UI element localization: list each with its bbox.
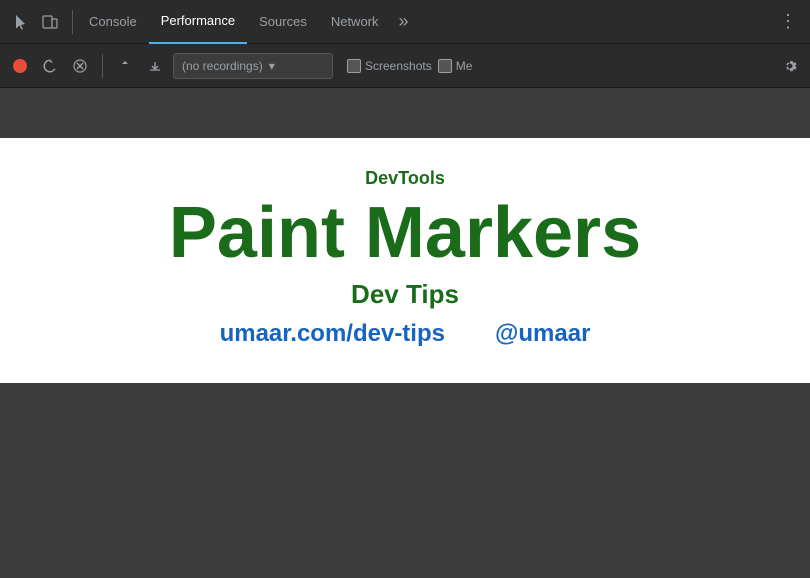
dark-section-top — [0, 88, 810, 138]
screenshots-checkbox[interactable] — [347, 59, 361, 73]
dropdown-arrow-icon: ▾ — [269, 59, 275, 73]
toolbar-tabs: Console Performance Sources Network » — [77, 0, 417, 44]
reload-button[interactable] — [38, 54, 62, 78]
record-circle-icon — [13, 59, 27, 73]
memory-toggle[interactable]: Me — [438, 59, 473, 73]
devtools-menu-button[interactable]: ⋮ — [774, 8, 802, 36]
rec-divider-1 — [102, 54, 103, 78]
main-content-card: DevTools Paint Markers Dev Tips umaar.co… — [0, 138, 810, 383]
recordings-dropdown[interactable]: (no recordings) ▾ — [173, 53, 333, 79]
download-button[interactable] — [143, 54, 167, 78]
tab-sources[interactable]: Sources — [247, 0, 319, 44]
record-button[interactable] — [8, 54, 32, 78]
stop-button[interactable] — [68, 54, 92, 78]
dev-tips-subtitle: Dev Tips — [351, 279, 459, 310]
settings-button[interactable] — [778, 54, 802, 78]
screenshots-label: Screenshots — [365, 59, 432, 73]
memory-checkbox[interactable] — [438, 59, 452, 73]
no-recordings-text: (no recordings) — [182, 59, 263, 73]
toolbar-icon-group — [4, 10, 68, 34]
recording-toolbar: (no recordings) ▾ Screenshots Me — [0, 44, 810, 88]
screenshots-toggle[interactable]: Screenshots — [347, 59, 432, 73]
tab-performance[interactable]: Performance — [149, 0, 247, 44]
links-row: umaar.com/dev-tips @umaar — [220, 320, 591, 348]
cursor-icon[interactable] — [10, 10, 34, 34]
tab-network[interactable]: Network — [319, 0, 391, 44]
device-icon[interactable] — [38, 10, 62, 34]
twitter-link[interactable]: @umaar — [495, 320, 590, 348]
devtools-tab-bar: Console Performance Sources Network » ⋮ — [0, 0, 810, 44]
upload-button[interactable] — [113, 54, 137, 78]
website-link[interactable]: umaar.com/dev-tips — [220, 320, 445, 348]
devtools-label: DevTools — [365, 168, 445, 189]
tab-console[interactable]: Console — [77, 0, 149, 44]
memory-label: Me — [456, 59, 473, 73]
toolbar-divider-1 — [72, 10, 73, 34]
more-tabs-button[interactable]: » — [391, 11, 417, 32]
page-title: Paint Markers — [169, 197, 641, 269]
